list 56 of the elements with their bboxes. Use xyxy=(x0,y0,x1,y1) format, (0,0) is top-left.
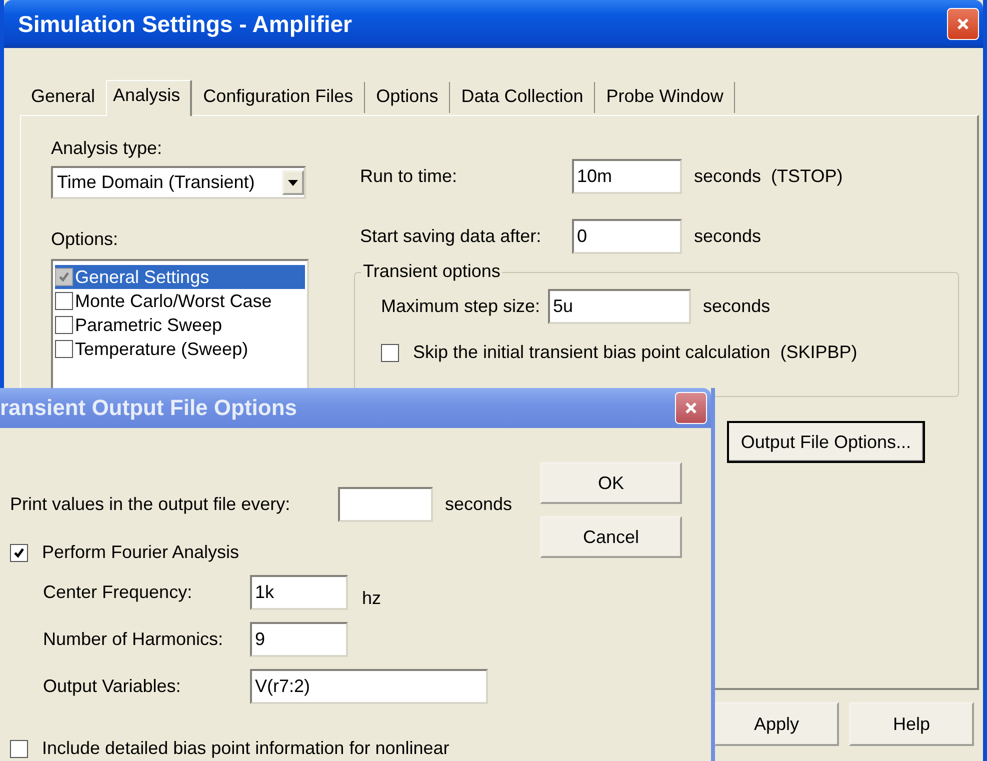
input-field[interactable]: 10m xyxy=(572,159,682,194)
tab[interactable]: Probe Window xyxy=(595,82,736,113)
input-field[interactable]: 0 xyxy=(572,219,682,254)
list-item[interactable]: Parametric Sweep xyxy=(55,313,305,337)
tab[interactable]: Analysis xyxy=(106,80,192,116)
checkmark-icon xyxy=(12,546,26,560)
dialog-button[interactable]: OK xyxy=(540,462,682,504)
dialog-button[interactable]: Help xyxy=(849,702,974,746)
checkbox[interactable] xyxy=(381,344,399,362)
dialog-button[interactable]: Apply xyxy=(714,702,839,746)
field-label: Start saving data after: xyxy=(359,226,542,247)
item-label: General Settings xyxy=(75,266,210,288)
field-label: Number of Harmonics: xyxy=(43,629,224,650)
close-button[interactable] xyxy=(947,8,979,40)
unit-label: hz xyxy=(362,588,382,609)
field-label: Run to time: xyxy=(359,166,458,187)
group-title: Transient options xyxy=(361,261,502,282)
checkbox-label: Perform Fourier Analysis xyxy=(42,542,240,563)
input-field[interactable]: 5u xyxy=(548,289,692,324)
input-field[interactable] xyxy=(338,487,433,522)
input-field[interactable]: V(r7:2) xyxy=(250,669,488,704)
window-title: ransient Output File Options xyxy=(0,395,297,421)
tab[interactable]: Configuration Files xyxy=(192,82,366,113)
field-label: Center Frequency: xyxy=(43,582,194,603)
field-label: Print values in the output file every: xyxy=(10,494,292,515)
checkbox[interactable] xyxy=(55,292,73,310)
input-field[interactable]: 1k xyxy=(250,575,348,610)
unit-label: seconds xyxy=(694,226,762,247)
label: Analysis type: xyxy=(51,138,162,160)
checkbox[interactable] xyxy=(10,544,28,562)
field-label: Maximum step size: xyxy=(381,296,540,317)
item-label: Monte Carlo/Worst Case xyxy=(75,290,272,312)
output-file-options-button[interactable]: Output File Options... xyxy=(726,421,925,463)
item-label: Temperature (Sweep) xyxy=(75,338,248,360)
checkbox[interactable] xyxy=(55,340,73,358)
tab[interactable]: Options xyxy=(365,82,450,113)
checkbox[interactable] xyxy=(55,316,73,334)
unit-label: seconds xyxy=(703,296,770,317)
dropdown[interactable]: Time Domain (Transient) xyxy=(51,166,306,199)
label: Options: xyxy=(51,229,118,251)
close-button[interactable] xyxy=(675,392,707,424)
input-field[interactable]: 9 xyxy=(250,622,348,657)
tab[interactable]: Data Collection xyxy=(450,82,596,113)
checkmark-icon xyxy=(57,270,71,284)
dialog-button[interactable]: Cancel xyxy=(540,516,682,558)
checkbox[interactable] xyxy=(10,740,28,758)
unit-label: seconds (TSTOP) xyxy=(694,166,843,187)
list-item[interactable]: Monte Carlo/Worst Case xyxy=(55,289,305,313)
field-label: Output Variables: xyxy=(43,676,182,697)
tab[interactable]: General xyxy=(20,82,106,113)
checkbox-label: Include detailed bias point information for nonlinear xyxy=(42,738,450,759)
window-title: Simulation Settings - Amplifier xyxy=(18,10,352,38)
list-item[interactable]: Temperature (Sweep) xyxy=(55,337,305,361)
item-label: Parametric Sweep xyxy=(75,314,222,336)
unit-label: seconds xyxy=(445,494,512,515)
checkbox-label: Skip the initial transient bias point calculation (SKIPBP) xyxy=(413,342,858,363)
